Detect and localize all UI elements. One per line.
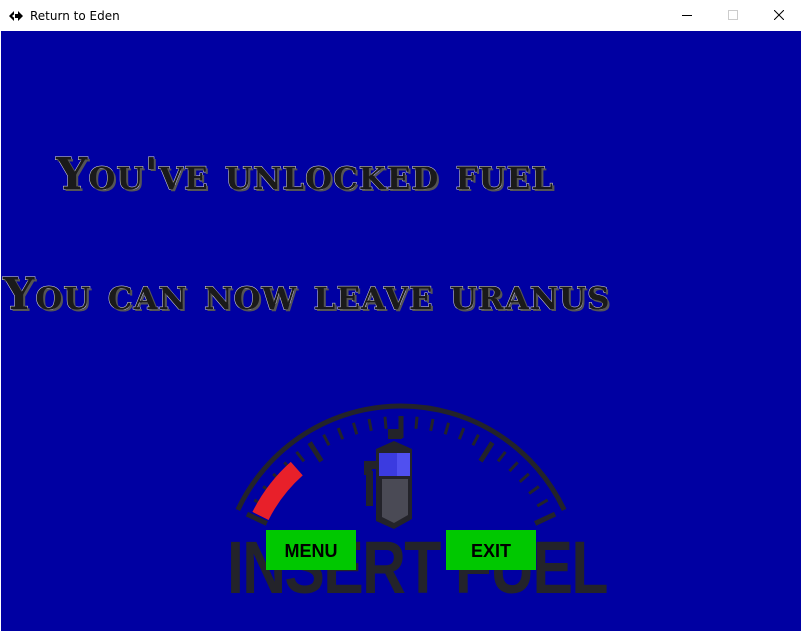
gauge-tick bbox=[471, 433, 480, 447]
gauge-tick bbox=[528, 485, 540, 495]
minimize-button[interactable] bbox=[664, 0, 710, 31]
gauge-tick bbox=[457, 427, 466, 440]
gauge-tick bbox=[414, 416, 419, 429]
maximize-button[interactable] bbox=[710, 0, 756, 31]
gauge-tick bbox=[367, 418, 373, 432]
maximize-icon bbox=[728, 10, 738, 20]
gauge-tick bbox=[429, 418, 435, 432]
gauge-tick bbox=[534, 511, 557, 526]
gauge-tick bbox=[478, 441, 495, 463]
gauge-tick bbox=[322, 433, 331, 447]
gauge-tick bbox=[336, 427, 345, 440]
menu-button[interactable]: MENU bbox=[266, 530, 356, 570]
title-bar: Return to Eden bbox=[0, 0, 802, 31]
app-icon bbox=[8, 8, 24, 24]
gauge-tick bbox=[307, 441, 324, 463]
close-icon bbox=[774, 10, 784, 20]
gauge-tick bbox=[295, 450, 306, 463]
close-button[interactable] bbox=[756, 0, 802, 31]
gauge-tick bbox=[536, 498, 549, 508]
window-title: Return to Eden bbox=[30, 9, 120, 23]
game-canvas: You've unlocked fuel You can now leave u… bbox=[1, 31, 801, 631]
gauge-tick bbox=[351, 422, 359, 435]
gauge-tick bbox=[443, 422, 451, 435]
leave-uranus-heading: You can now leave uranus bbox=[2, 269, 611, 321]
gauge-tick bbox=[496, 450, 507, 463]
exit-button[interactable]: EXIT bbox=[446, 530, 536, 570]
unlocked-fuel-heading: You've unlocked fuel bbox=[55, 149, 555, 201]
fuel-gauge bbox=[235, 403, 567, 529]
gauge-tick bbox=[383, 416, 388, 429]
gauge-tick bbox=[508, 461, 519, 473]
fuel-pump-icon bbox=[364, 429, 412, 529]
gauge-tick bbox=[518, 472, 530, 483]
minimize-icon bbox=[682, 15, 692, 16]
